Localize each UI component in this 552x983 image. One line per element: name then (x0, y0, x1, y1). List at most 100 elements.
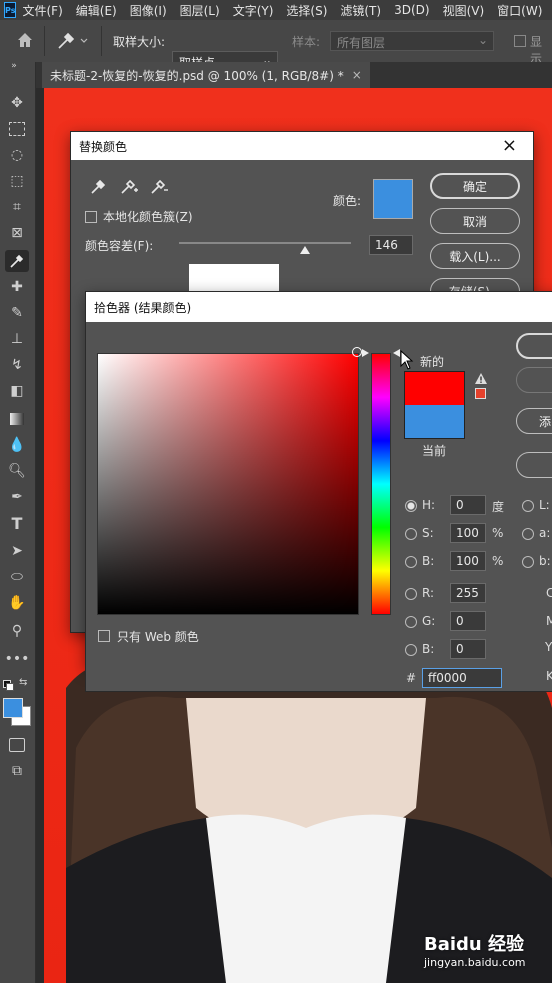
zoom-tool-icon[interactable]: ⚲ (5, 620, 29, 642)
history-brush-tool-icon[interactable]: ↯ (5, 354, 29, 376)
dodge-tool-icon[interactable]: 🔍︎ (5, 460, 29, 482)
foreground-color-swatch[interactable] (3, 698, 23, 718)
green-radio[interactable] (405, 616, 417, 628)
menu-view[interactable]: 视图(V) (443, 2, 485, 19)
more-tools-icon[interactable]: ••• (5, 648, 30, 670)
pen-tool-icon[interactable]: ✒ (5, 486, 29, 508)
hue-slider-left-arrow[interactable] (362, 349, 369, 357)
sample-value: 所有图层 (337, 36, 386, 50)
frame-tool-icon[interactable]: ⊠ (5, 222, 29, 244)
sample-size-label: 取样大小: (113, 35, 166, 49)
cancel-button[interactable]: 取消 (430, 208, 520, 234)
collapse-arrows-icon[interactable]: » (2, 60, 26, 72)
move-tool-icon[interactable]: ✥ (5, 92, 29, 114)
sample-dropdown[interactable]: 所有图层 ⌄ (330, 31, 494, 51)
show-ring-checkbox[interactable] (514, 35, 526, 47)
saturation-radio[interactable] (405, 528, 417, 540)
hue-input[interactable]: 0 (450, 495, 486, 515)
saturation-input[interactable]: 100 (450, 523, 486, 543)
blur-tool-icon[interactable]: 💧 (5, 434, 29, 456)
out-of-gamut-warning-icon[interactable] (474, 372, 488, 388)
photoshop-logo: Ps (4, 2, 17, 18)
eraser-tool-icon[interactable]: ◧ (5, 380, 29, 402)
lasso-tool-icon[interactable]: ◌ (5, 144, 29, 166)
menu-filter[interactable]: 滤镜(T) (340, 2, 381, 19)
eyedropper-minus-icon[interactable] (149, 178, 169, 196)
lab-b-radio[interactable] (522, 556, 534, 568)
fuzziness-label: 颜色容差(F): (85, 239, 154, 253)
watermark-brand: Baidu 经验 (424, 934, 525, 955)
marquee-tool-icon[interactable] (5, 118, 29, 140)
eyedropper-icon[interactable] (89, 178, 107, 196)
color-field[interactable] (97, 353, 359, 615)
menu-3d[interactable]: 3D(D) (394, 3, 429, 17)
load-button[interactable]: 载入(L)... (430, 243, 520, 269)
menu-layer[interactable]: 图层(L) (180, 2, 220, 19)
fuzziness-slider-track[interactable] (179, 242, 351, 244)
web-colors-label: 只有 Web 颜色 (117, 630, 199, 644)
menu-type[interactable]: 文字(Y) (233, 2, 274, 19)
swap-colors-icon[interactable]: ⇆ (19, 677, 27, 688)
current-color-label: 当前 (422, 444, 447, 458)
path-select-tool-icon[interactable]: ➤ (5, 540, 29, 562)
color-libraries-button[interactable] (516, 452, 552, 478)
home-icon[interactable] (16, 31, 34, 49)
fuzziness-input[interactable]: 146 (369, 235, 413, 255)
object-select-tool-icon[interactable]: ⬚ (5, 170, 29, 192)
eyedropper-plus-icon[interactable] (119, 178, 139, 196)
menu-bar: Ps 文件(F) 编辑(E) 图像(I) 图层(L) 文字(Y) 选择(S) 滤… (0, 0, 552, 20)
eyedropper-preset-icon[interactable] (56, 31, 90, 51)
gradient-tool-icon[interactable] (5, 408, 29, 430)
web-colors-checkbox[interactable] (98, 630, 110, 642)
hue-radio[interactable] (405, 500, 417, 512)
gamut-color-swatch[interactable] (475, 388, 486, 399)
red-input[interactable]: 255 (450, 583, 486, 603)
menu-select[interactable]: 选择(S) (286, 2, 327, 19)
brightness-input[interactable]: 100 (450, 551, 486, 571)
lab-a-radio[interactable] (522, 528, 534, 540)
lab-b-label: b: (539, 554, 551, 568)
ok-button[interactable]: 确定 (430, 173, 520, 199)
crop-tool-icon[interactable]: ⌗ (5, 196, 29, 218)
ok-button[interactable] (516, 333, 552, 359)
menu-edit[interactable]: 编辑(E) (76, 2, 117, 19)
red-radio[interactable] (405, 588, 417, 600)
replace-color-swatch[interactable] (373, 179, 413, 219)
green-input[interactable]: 0 (450, 611, 486, 631)
brush-tool-icon[interactable]: ✎ (5, 302, 29, 324)
quick-mask-icon[interactable] (5, 734, 29, 756)
fuzziness-slider-thumb[interactable] (299, 246, 310, 254)
color-field-marker[interactable] (352, 347, 362, 357)
current-color-swatch[interactable] (404, 405, 465, 439)
color-picker-title: 拾色器 (结果颜色) (94, 300, 192, 315)
cancel-button[interactable] (516, 367, 552, 393)
localized-clusters-checkbox[interactable] (85, 211, 97, 223)
hex-input[interactable]: ff0000 (422, 668, 502, 688)
close-tab-icon[interactable]: × (352, 68, 362, 82)
close-icon[interactable]: × (502, 135, 517, 156)
hue-slider-right-arrow[interactable] (393, 349, 400, 357)
hue-slider[interactable] (371, 353, 391, 615)
brightness-label: B: (422, 554, 435, 568)
add-to-swatches-label: 添 (539, 414, 552, 429)
menu-image[interactable]: 图像(I) (130, 2, 167, 19)
add-to-swatches-button[interactable]: 添 (516, 408, 552, 434)
document-tab[interactable]: 未标题-2-恢复的-恢复的.psd @ 100% (1, RGB/8#) * × (42, 62, 370, 88)
eyedropper-tool-icon[interactable] (5, 250, 29, 272)
cmyk-m-label: M (546, 614, 552, 628)
tools-panel: » ✥ ◌ ⬚ ⌗ ⊠ ✚ ✎ ⊥ ↯ ◧ 💧 🔍︎ ✒ T ➤ ⬭ ✋ ⚲ •… (0, 60, 36, 983)
replace-color-title: 替换颜色 (79, 139, 128, 154)
brightness-radio[interactable] (405, 556, 417, 568)
hand-tool-icon[interactable]: ✋ (5, 592, 29, 614)
menu-window[interactable]: 窗口(W) (497, 2, 542, 19)
blue-input[interactable]: 0 (450, 639, 486, 659)
shape-tool-icon[interactable]: ⬭ (5, 566, 29, 588)
healing-brush-tool-icon[interactable]: ✚ (5, 276, 29, 298)
default-colors-icon[interactable] (3, 680, 14, 691)
blue-radio[interactable] (405, 644, 417, 656)
screen-mode-icon[interactable]: ⧉ (5, 760, 29, 782)
clone-stamp-tool-icon[interactable]: ⊥ (5, 328, 29, 350)
lab-l-radio[interactable] (522, 500, 534, 512)
type-tool-icon[interactable]: T (5, 512, 29, 534)
menu-file[interactable]: 文件(F) (22, 2, 62, 19)
